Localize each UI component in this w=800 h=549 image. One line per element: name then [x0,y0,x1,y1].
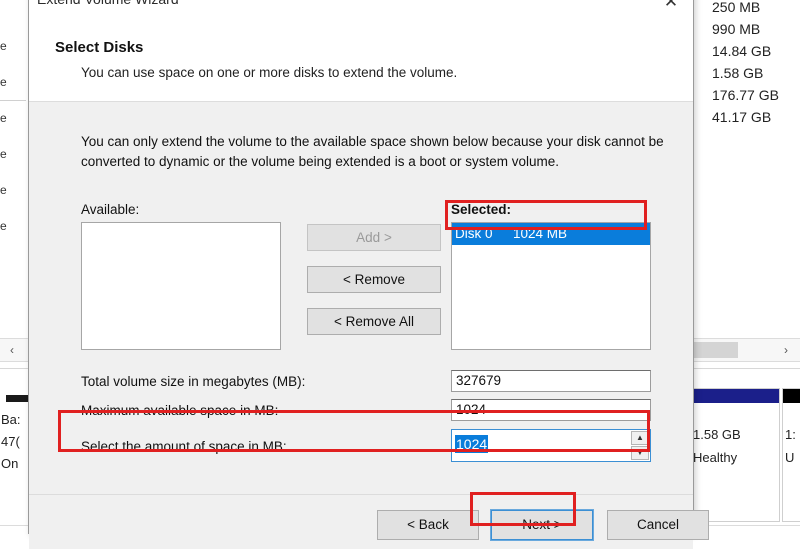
dialog-header: Select Disks You can use space on one or… [29,17,693,102]
dialog-titlebar[interactable]: Extend Volume Wizard ✕ [29,0,693,17]
partition-size: 1.58 GB [693,427,741,442]
footer-separator [29,494,693,495]
background-disk-type: Ba: [1,412,21,427]
selected-disk-size: 1024 MB [513,226,568,241]
remove-all-button[interactable]: < Remove All [307,308,441,335]
background-partition[interactable]: 1.58 GB Healthy [690,388,780,522]
background-volume-size-list: 250 MB 990 MB 14.84 GB 1.58 GB 176.77 GB… [712,0,800,128]
back-button[interactable]: < Back [377,510,479,540]
partition-color-bar [783,389,800,403]
scrollbar-thumb[interactable] [690,342,738,358]
background-left-label: e [0,39,7,53]
background-volume-size: 990 MB [712,21,761,37]
background-left-label: e [0,219,7,233]
page-subtitle: You can use space on one or more disks t… [81,65,458,80]
partition-color-bar [691,389,779,403]
total-volume-size-label: Total volume size in megabytes (MB): [81,374,306,389]
background-disk-status: On [1,456,19,471]
background-left-label: e [0,183,7,197]
scroll-left-arrow-icon[interactable]: ‹ [2,339,22,361]
spinner-up-icon[interactable]: ▲ [631,431,649,445]
spinner-down-icon[interactable]: ▼ [631,446,649,460]
extend-volume-wizard-dialog: Extend Volume Wizard ✕ Select Disks You … [28,0,709,549]
page-title: Select Disks [55,39,144,56]
partition-size: 1: [785,427,796,442]
available-disks-listbox[interactable] [81,222,281,350]
partition-status: Healthy [693,450,738,465]
select-amount-label: Select the amount of space in MB: [81,439,287,454]
quantity-stepper[interactable]: ▲ ▼ [631,431,649,460]
background-volume-size: 1.58 GB [712,65,764,81]
add-button: Add > [307,224,441,251]
background-separator [0,100,26,101]
dialog-title: Extend Volume Wizard [37,0,179,7]
background-volume-size: 250 MB [712,0,761,15]
background-disk-size: 47( [1,434,20,449]
background-left-labels: e e e e e e [0,28,26,244]
background-volume-size: 14.84 GB [712,43,772,59]
background-partition[interactable]: 1: U [782,388,800,522]
scroll-right-arrow-icon[interactable]: › [776,339,796,361]
partition-status: U [785,450,795,465]
description-text: You can only extend the volume to the av… [81,134,664,169]
list-item[interactable]: Disk 0 1024 MB [452,223,650,245]
close-icon[interactable]: ✕ [649,0,693,17]
amount-of-space-value[interactable]: 1024 [455,435,489,453]
selected-label: Selected: [451,202,512,217]
cancel-button[interactable]: Cancel [607,510,709,540]
screenshot-root: e e e e e e 250 MB 990 MB 14.84 GB 1.58 … [0,0,800,549]
available-label: Available: [81,202,140,217]
background-volume-size: 176.77 GB [712,87,779,103]
background-left-label: e [0,111,7,125]
background-left-label: e [0,75,7,89]
background-left-label: e [0,147,7,161]
selected-disk-name: Disk 0 [455,226,493,241]
amount-of-space-input[interactable]: 1024 ▲ ▼ [451,429,651,462]
remove-button[interactable]: < Remove [307,266,441,293]
maximum-available-space-field: 1024 [451,399,651,421]
maximum-available-space-label: Maximum available space in MB: [81,403,279,418]
dialog-body: You can only extend the volume to the av… [29,102,709,549]
selected-disks-listbox[interactable]: Disk 0 1024 MB [451,222,651,350]
next-button[interactable]: Next > [490,509,594,541]
background-volume-size: 41.17 GB [712,109,772,125]
total-volume-size-field: 327679 [451,370,651,392]
